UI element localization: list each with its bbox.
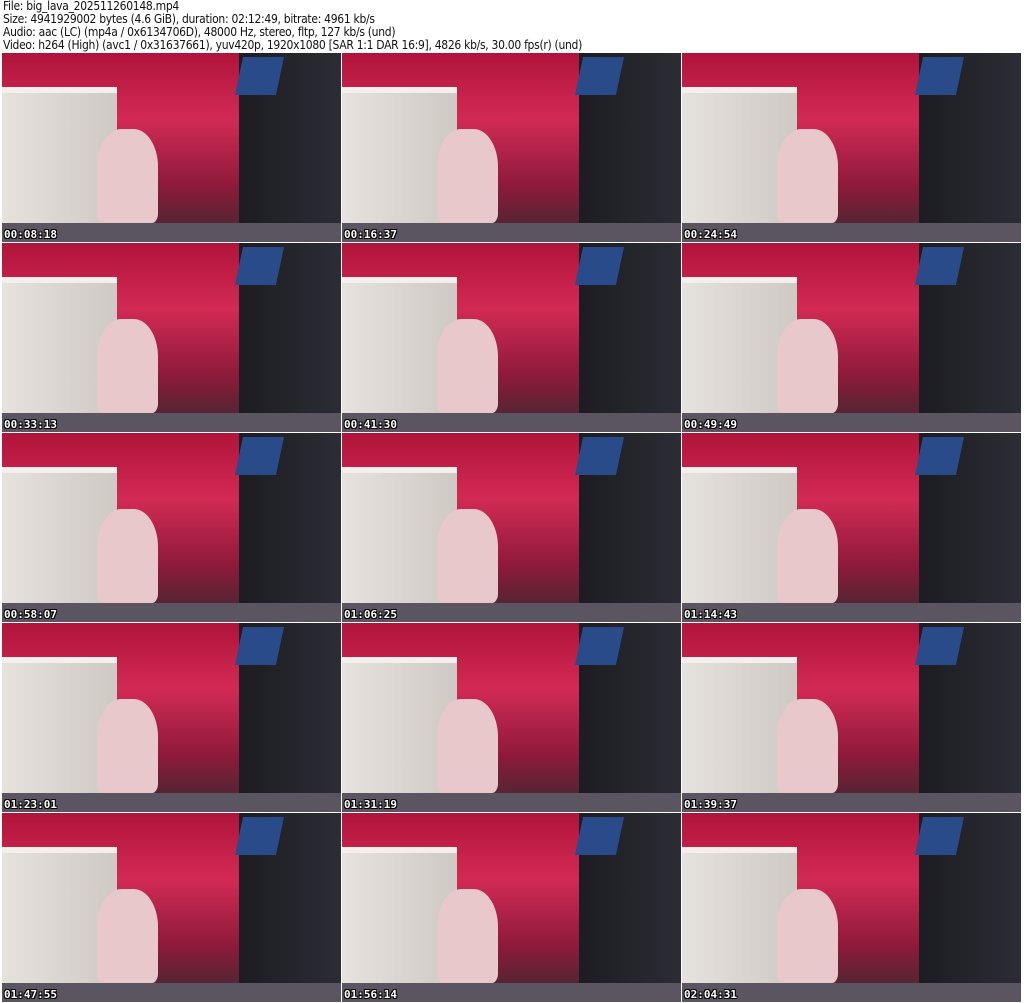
- thumbnail-timestamp: 00:16:37: [344, 228, 397, 241]
- scene-screen: [575, 436, 625, 475]
- scene-screen: [915, 626, 965, 665]
- scene-screen: [235, 816, 285, 855]
- video-thumbnail[interactable]: 02:04:31: [682, 813, 1021, 1002]
- thumbnail-timestamp: 00:33:13: [4, 418, 57, 431]
- thumbnail-timestamp: 01:47:55: [4, 988, 57, 1001]
- scene-screen: [575, 56, 625, 95]
- video-thumbnail[interactable]: 00:24:54: [682, 53, 1021, 242]
- video-thumbnail[interactable]: 01:47:55: [2, 813, 341, 1002]
- file-info-header: File: big_lava_202511260148.mp4 Size: 49…: [3, 0, 582, 52]
- thumbnail-timestamp: 02:04:31: [684, 988, 737, 1001]
- scene-pillow: [436, 888, 498, 984]
- scene-pillow: [96, 318, 158, 414]
- thumbnail-timestamp: 01:14:43: [684, 608, 737, 621]
- scene-screen: [915, 816, 965, 855]
- scene-pillow: [436, 318, 498, 414]
- scene-screen: [235, 246, 285, 285]
- scene-pillow: [96, 128, 158, 224]
- scene-pillow: [96, 888, 158, 984]
- scene-pillow: [96, 698, 158, 794]
- scene-pillow: [776, 888, 838, 984]
- video-thumbnail[interactable]: 01:31:19: [342, 623, 681, 812]
- scene-pillow: [776, 128, 838, 224]
- scene-pillow: [436, 508, 498, 604]
- thumbnail-timestamp: 01:23:01: [4, 798, 57, 811]
- thumbnail-timestamp: 01:39:37: [684, 798, 737, 811]
- scene-screen: [915, 56, 965, 95]
- scene-screen: [575, 816, 625, 855]
- video-info: Video: h264 (High) (avc1 / 0x31637661), …: [3, 38, 582, 52]
- video-thumbnail[interactable]: 01:14:43: [682, 433, 1021, 622]
- scene-pillow: [436, 128, 498, 224]
- scene-screen: [915, 436, 965, 475]
- scene-screen: [575, 626, 625, 665]
- scene-screen: [235, 436, 285, 475]
- video-thumbnail[interactable]: 00:16:37: [342, 53, 681, 242]
- thumbnail-timestamp: 01:31:19: [344, 798, 397, 811]
- scene-pillow: [96, 508, 158, 604]
- thumbnail-timestamp: 00:41:30: [344, 418, 397, 431]
- scene-screen: [235, 56, 285, 95]
- scene-screen: [235, 626, 285, 665]
- video-thumbnail[interactable]: 00:41:30: [342, 243, 681, 432]
- video-thumbnail[interactable]: 01:23:01: [2, 623, 341, 812]
- thumbnail-grid: 00:08:18 00:16:37 00:24:54 00:33:13 00:41:30…: [2, 53, 1021, 1002]
- video-thumbnail[interactable]: 00:33:13: [2, 243, 341, 432]
- video-thumbnail[interactable]: 00:49:49: [682, 243, 1021, 432]
- video-thumbnail[interactable]: 01:39:37: [682, 623, 1021, 812]
- video-thumbnail[interactable]: 00:08:18: [2, 53, 341, 242]
- video-thumbnail[interactable]: 00:58:07: [2, 433, 341, 622]
- thumbnail-timestamp: 00:24:54: [684, 228, 737, 241]
- thumbnail-timestamp: 00:58:07: [4, 608, 57, 621]
- video-thumbnail[interactable]: 01:56:14: [342, 813, 681, 1002]
- video-thumbnail[interactable]: 01:06:25: [342, 433, 681, 622]
- thumbnail-timestamp: 01:06:25: [344, 608, 397, 621]
- scene-screen: [575, 246, 625, 285]
- scene-pillow: [436, 698, 498, 794]
- scene-screen: [915, 246, 965, 285]
- thumbnail-timestamp: 00:08:18: [4, 228, 57, 241]
- scene-pillow: [776, 698, 838, 794]
- scene-pillow: [776, 508, 838, 604]
- thumbnail-timestamp: 01:56:14: [344, 988, 397, 1001]
- thumbnail-timestamp: 00:49:49: [684, 418, 737, 431]
- scene-pillow: [776, 318, 838, 414]
